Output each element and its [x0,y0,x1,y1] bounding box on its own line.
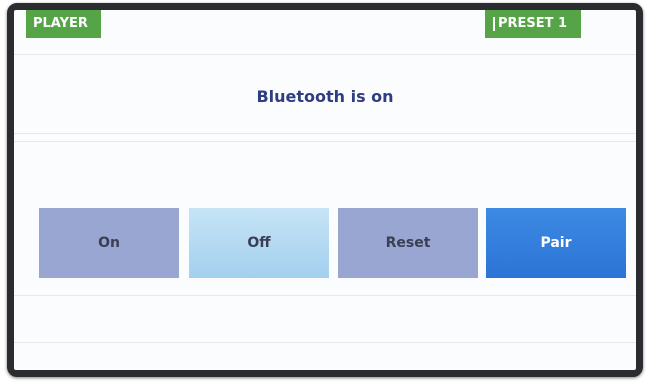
player-tab[interactable]: PLAYER [26,10,101,38]
device-bezel: PLAYER PRESET 1 Bluetooth is on On Off R… [7,3,643,377]
off-button[interactable]: Off [189,208,329,278]
reset-button[interactable]: Reset [338,208,478,278]
player-tab-label: PLAYER [33,16,88,31]
pair-button[interactable]: Pair [486,208,626,278]
reset-button-label: Reset [385,235,431,251]
divider-status-lower [14,141,636,142]
divider-buttons [14,295,636,296]
divider-bottom [14,342,636,343]
preset-divider-bar [493,17,495,31]
on-button-label: On [98,235,120,251]
off-button-label: Off [247,235,271,251]
pair-button-label: Pair [540,235,572,251]
divider-top [14,54,636,55]
preset-tab[interactable]: PRESET 1 [485,10,581,38]
display-screen: PLAYER PRESET 1 Bluetooth is on On Off R… [14,10,636,370]
preset-tab-label: PRESET 1 [498,16,568,31]
on-button[interactable]: On [39,208,179,278]
bluetooth-status-text: Bluetooth is on [256,87,394,106]
divider-status [14,133,636,134]
